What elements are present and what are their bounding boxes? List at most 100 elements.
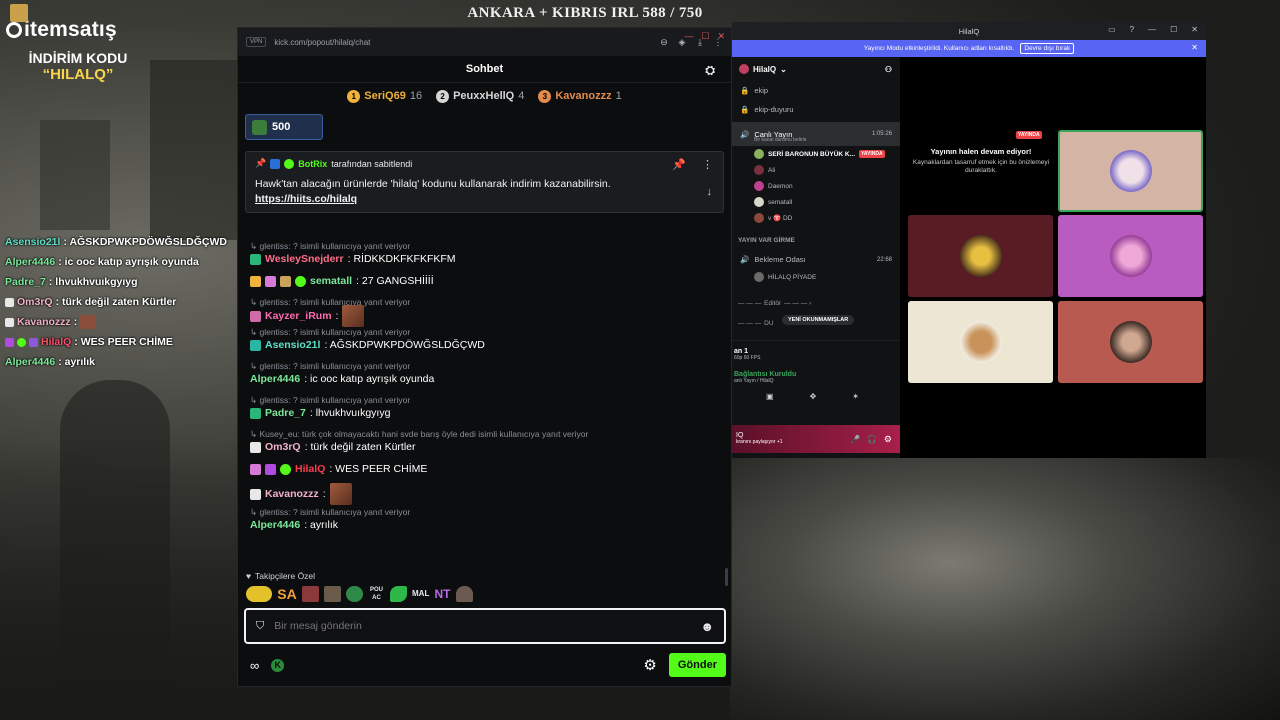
close-icon[interactable]: ✕ bbox=[1191, 25, 1198, 34]
mic-icon[interactable]: 🎤 bbox=[850, 435, 860, 444]
category-du[interactable]: — — — DU YENİ OKUNMAMIŞLAR bbox=[732, 313, 900, 333]
settings-icon[interactable]: ⚙ bbox=[643, 656, 656, 674]
inbox-icon[interactable]: ▭ bbox=[1108, 25, 1116, 34]
pinned-link[interactable]: https://hiits.co/hilalq bbox=[255, 193, 357, 205]
message-user[interactable]: sematall bbox=[310, 274, 352, 288]
channel-ekip[interactable]: 🔒 ekip bbox=[732, 81, 900, 100]
camera-icon[interactable]: ▣ bbox=[766, 392, 774, 401]
disable-streamer-mode-button[interactable]: Devre dışı bırak bbox=[1020, 43, 1075, 54]
overlay-chat-user: Alper4446 bbox=[5, 256, 56, 268]
more-options-icon[interactable]: ⋮ bbox=[702, 158, 713, 171]
message-user[interactable]: Asensio21l bbox=[265, 338, 320, 352]
brand-mark-icon bbox=[6, 22, 22, 38]
badge-icon bbox=[250, 488, 261, 500]
voice-user[interactable]: Daemon bbox=[732, 178, 900, 194]
url-text[interactable]: kick.com/popout/hilalq/chat bbox=[274, 38, 370, 47]
category-yayin-var-girme[interactable]: YAYIN VAR GİRME bbox=[732, 230, 900, 250]
infinity-icon[interactable]: ∞ bbox=[250, 658, 259, 673]
emote-icon[interactable] bbox=[456, 586, 473, 602]
chat-message[interactable]: HilalQ: WES PEER CHİME bbox=[250, 461, 720, 477]
message-user[interactable]: Kayzer_iRum bbox=[265, 309, 332, 323]
server-header[interactable]: HilalQ ⌄ ⚇ bbox=[732, 57, 900, 81]
voice-channel-canli-yayin[interactable]: 🔊 Canlı Yayın 1:05:26 Bir kanal durumu b… bbox=[732, 122, 900, 146]
send-button[interactable]: Gönder bbox=[668, 653, 726, 677]
message-input[interactable] bbox=[274, 620, 675, 632]
message-user[interactable]: Padre_7 bbox=[265, 406, 306, 420]
soundboard-icon[interactable]: ✶ bbox=[852, 392, 859, 401]
activities-icon[interactable]: ✥ bbox=[810, 392, 817, 401]
emote-pou-ac[interactable]: POU AC bbox=[368, 586, 385, 602]
participant-tile[interactable] bbox=[1058, 130, 1203, 212]
emote-icon[interactable] bbox=[302, 586, 319, 602]
vpn-chip[interactable]: VPN bbox=[246, 37, 267, 47]
gift-goal[interactable]: 500 bbox=[245, 114, 323, 140]
stream-title: ANKARA + KIBRIS IRL 588 / 750 bbox=[467, 5, 703, 21]
leaderboard-item[interactable]: 1 SeriQ69 16 bbox=[347, 89, 422, 103]
kick-points-icon[interactable]: K bbox=[271, 658, 285, 672]
mic-badge-icon bbox=[265, 463, 276, 475]
zoom-icon[interactable]: ⊖ bbox=[659, 37, 669, 47]
emote-icon[interactable] bbox=[390, 586, 407, 602]
message-user[interactable]: HilalQ bbox=[295, 462, 325, 476]
voice-channel-bekleme[interactable]: 🔊 Bekleme Odası 22:68 bbox=[732, 250, 900, 269]
voice-user[interactable]: Ali bbox=[732, 162, 900, 178]
close-icon[interactable]: ✕ bbox=[717, 31, 725, 42]
brand-name: itemsatış bbox=[24, 18, 117, 41]
stream-paused-card[interactable]: Yayının halen devam ediyor! Kaynaklardan… bbox=[906, 127, 1056, 207]
chevron-down-icon[interactable]: ↓ bbox=[707, 186, 713, 198]
overlay-chat-user: Asensio21l bbox=[5, 236, 61, 248]
chat-message[interactable]: ↳ Kusey_eu: türk çok olmayacaktı hani sv… bbox=[250, 427, 720, 455]
message-user[interactable]: Alper4446 bbox=[250, 372, 300, 386]
emote-icon[interactable] bbox=[324, 586, 341, 602]
users-icon[interactable]: ⛭ bbox=[705, 63, 715, 78]
chat-message[interactable]: ↳ glentiss: ? isimli kullanıcıya yanıt v… bbox=[250, 325, 720, 353]
emote-mal[interactable]: MAL bbox=[412, 586, 429, 602]
unpin-icon[interactable]: 📌 bbox=[672, 158, 686, 171]
headphones-icon[interactable]: 🎧 bbox=[867, 435, 877, 444]
category-editor[interactable]: — — — Editör — — — › bbox=[732, 293, 900, 313]
maximize-icon[interactable]: ☐ bbox=[701, 31, 709, 42]
chat-message[interactable]: ↳ glentiss: ? isimli kullanıcıya yanıt v… bbox=[250, 505, 720, 533]
voice-user[interactable]: sematall bbox=[732, 194, 900, 210]
chat-message[interactable]: Kavanozzz: bbox=[250, 483, 720, 505]
chat-scrollbar[interactable] bbox=[725, 568, 728, 586]
leaderboard-item[interactable]: 3 Kavanozzz 1 bbox=[538, 89, 622, 103]
message-user[interactable]: Om3rQ bbox=[265, 440, 301, 454]
minimize-icon[interactable]: — bbox=[1148, 25, 1156, 34]
voice-user[interactable]: v ♈ DD bbox=[732, 210, 900, 226]
participant-tile[interactable] bbox=[908, 215, 1053, 297]
voice-user[interactable]: HİLALQ PİYADE bbox=[732, 269, 900, 285]
message-input-box[interactable]: ⛉ ☻ bbox=[244, 608, 726, 644]
settings-icon[interactable]: ⚙ bbox=[884, 434, 892, 445]
help-icon[interactable]: ? bbox=[1130, 25, 1134, 34]
add-friend-icon[interactable]: ⚇ bbox=[885, 65, 892, 74]
overlay-chat: Asensio21l : AĞSKDPWKPDÖWĞSLDĞÇWD Alper4… bbox=[5, 232, 235, 372]
emote-icon[interactable] bbox=[246, 586, 272, 602]
maximize-icon[interactable]: ☐ bbox=[1170, 25, 1177, 34]
leaderboard-name: PeuxxHellQ bbox=[453, 90, 515, 102]
leaderboard-item[interactable]: 2 PeuxxHellQ 4 bbox=[436, 89, 525, 103]
emoji-icon[interactable]: ☻ bbox=[700, 619, 714, 634]
chat-message[interactable]: ↳ glentiss: ? isimli kullanıcıya yanıt v… bbox=[250, 393, 720, 421]
emote-nt[interactable]: NT bbox=[434, 586, 451, 602]
message-user[interactable]: Kavanozzz bbox=[265, 487, 319, 501]
voice-user[interactable]: SERİ BARONUN BÜYÜK K... YAYINDA bbox=[732, 146, 900, 162]
participant-tile[interactable] bbox=[1058, 301, 1203, 383]
emote-icon[interactable] bbox=[346, 586, 363, 602]
overlay-chat-text: : WES PEER CHİME bbox=[74, 336, 173, 348]
emote-sa[interactable]: SA bbox=[277, 586, 297, 602]
message-user[interactable]: WesleySnejderr bbox=[265, 252, 344, 266]
chat-message[interactable]: ↳ glentiss: ? isimli kullanıcıya yanıt v… bbox=[250, 239, 720, 267]
participant-tile[interactable] bbox=[1058, 215, 1203, 297]
chat-message[interactable]: sematall: 27 GANGSHİİİİ bbox=[250, 273, 720, 289]
leaderboard-count: 4 bbox=[518, 90, 525, 102]
message-user[interactable]: Alper4446 bbox=[250, 518, 300, 532]
close-icon[interactable]: ✕ bbox=[1191, 43, 1198, 52]
participant-tile[interactable] bbox=[908, 301, 1053, 383]
channel-ekip-duyuru[interactable]: 🔒 ekip-duyuru bbox=[732, 100, 900, 119]
new-unreads-pill[interactable]: YENİ OKUNMAMIŞLAR bbox=[782, 315, 855, 325]
chat-message[interactable]: ↳ glentiss: ? isimli kullanıcıya yanıt v… bbox=[250, 359, 720, 387]
minimize-icon[interactable]: — bbox=[684, 31, 693, 42]
window-title: HilalQ bbox=[958, 26, 980, 36]
chat-message[interactable]: ↳ glentiss: ? isimli kullanıcıya yanıt v… bbox=[250, 295, 720, 327]
